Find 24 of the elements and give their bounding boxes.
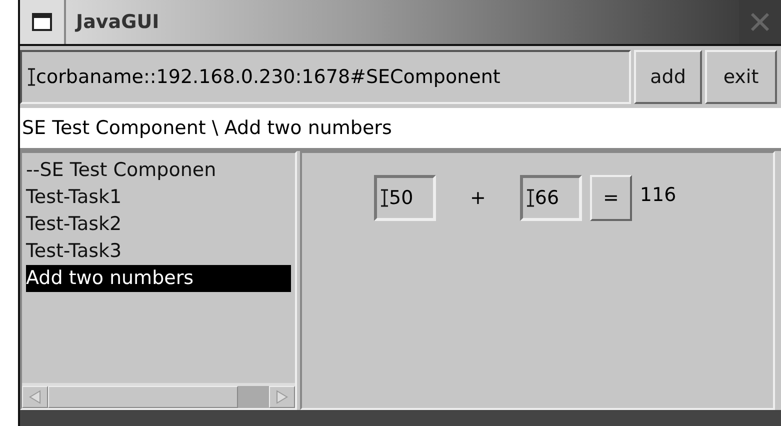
scrollbar[interactable] <box>22 383 295 408</box>
left-arrow-icon <box>29 390 41 404</box>
window-icon <box>32 13 52 31</box>
right-arrow-icon <box>276 390 288 404</box>
second-number-field[interactable]: 66 <box>520 175 582 221</box>
list-item[interactable]: Test-Task3 <box>26 238 291 265</box>
toolbar-button[interactable]: exit <box>705 50 777 104</box>
text-cursor-icon <box>526 189 534 207</box>
close-button[interactable] <box>739 0 781 44</box>
address-field[interactable]: corbaname::192.168.0.230:1678#SEComponent <box>20 50 631 104</box>
text-cursor-icon <box>381 189 388 207</box>
close-icon <box>749 11 771 33</box>
first-number-field[interactable]: 50 <box>374 175 436 221</box>
list-item[interactable]: Add two numbers <box>26 265 291 292</box>
text-cursor-icon <box>28 68 35 86</box>
list-item[interactable]: Test-Task1 <box>26 184 291 211</box>
operator: + <box>470 187 486 209</box>
list-item[interactable]: Test-Task2 <box>26 211 291 238</box>
result: 116 <box>640 184 676 206</box>
toolbar-button[interactable]: add <box>634 50 702 104</box>
equals-button[interactable]: = <box>590 175 632 221</box>
list-item[interactable]: --SE Test Componen <box>26 157 291 184</box>
breadcrumb: SE Test Component \ Add two numbers <box>20 108 781 151</box>
window-title: JavaGUI <box>76 11 160 33</box>
